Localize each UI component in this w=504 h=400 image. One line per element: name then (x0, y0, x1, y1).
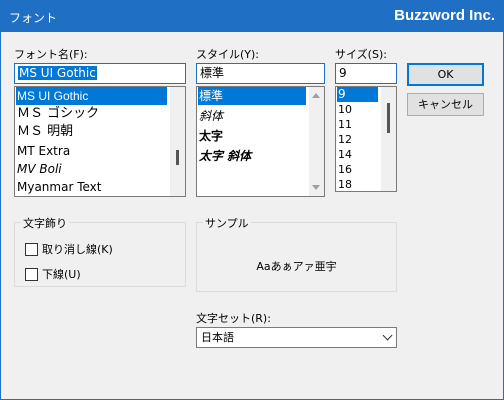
font-item-ms-mincho[interactable]: ＭＳ 明朝 (16, 123, 73, 141)
font-item-mv-boli[interactable]: MV Boli (16, 160, 62, 178)
size-item[interactable]: 18 (337, 177, 352, 191)
style-item-bold-italic[interactable]: 太字 斜体 (198, 147, 251, 165)
title-bar[interactable]: フォント Buzzword Inc. (1, 1, 503, 32)
style-item-italic[interactable]: 斜体 (198, 107, 223, 125)
size-item[interactable]: 16 (337, 162, 352, 177)
size-scrollbar[interactable] (381, 87, 396, 191)
sample-group: サンプル Aaあぁアァ亜宇 (196, 215, 397, 292)
sample-group-title: サンプル (203, 215, 251, 231)
font-dialog: フォント Buzzword Inc. フォント名(F): MS UI Gothi… (0, 0, 504, 400)
style-item-bold[interactable]: 太字 (198, 127, 223, 145)
font-name-input[interactable]: MS UI Gothic (14, 63, 186, 84)
font-item-myanmar-text[interactable]: Myanmar Text (16, 178, 101, 196)
size-list[interactable]: 9 10 11 12 14 16 18 (335, 86, 397, 192)
font-name-scroll-thumb[interactable] (176, 150, 179, 165)
size-scroll-thumb[interactable] (387, 103, 390, 133)
size-label: サイズ(S): (335, 48, 387, 61)
strikeout-checkbox[interactable] (25, 242, 38, 256)
size-item[interactable]: 10 (337, 102, 352, 117)
style-input[interactable]: 標準 (196, 63, 325, 84)
window-title: フォント (9, 11, 58, 25)
cancel-button[interactable]: キャンセル (407, 93, 484, 116)
font-name-label: フォント名(F): (14, 48, 88, 61)
font-item-ms-gothic[interactable]: ＭＳ ゴシック (16, 105, 99, 123)
sample-preview-text: Aaあぁアァ亜宇 (256, 260, 337, 273)
scroll-down-arrow-icon[interactable] (312, 185, 320, 190)
charset-select[interactable]: 日本語 (196, 327, 397, 348)
effects-group-title: 文字飾り (21, 215, 69, 231)
font-name-list[interactable]: MS UI Gothic ＭＳ ゴシック ＭＳ 明朝 MT Extra MV B… (14, 86, 186, 197)
size-item[interactable]: 12 (337, 132, 352, 147)
font-item-mt-extra[interactable]: MT Extra (16, 142, 70, 160)
style-label: スタイル(Y): (196, 48, 260, 61)
scroll-up-arrow-icon[interactable] (312, 93, 320, 98)
size-item[interactable]: 9 (337, 87, 378, 102)
underline-checkbox[interactable] (25, 267, 38, 281)
font-item-ms-ui-gothic[interactable]: MS UI Gothic (16, 87, 167, 105)
size-item[interactable]: 14 (337, 147, 352, 162)
charset-value: 日本語 (201, 331, 234, 344)
size-item[interactable]: 11 (337, 117, 352, 132)
underline-option[interactable]: 下線(U) (25, 266, 81, 282)
effects-group: 文字飾り 取り消し線(K) 下線(U) (14, 215, 186, 287)
strikeout-label: 取り消し線(K) (42, 243, 113, 256)
font-name-scrollbar[interactable] (170, 87, 185, 196)
style-list[interactable]: 標準 斜体 太字 太字 斜体 (196, 86, 325, 197)
style-scrollbar[interactable] (309, 87, 324, 196)
style-item-regular[interactable]: 標準 (198, 87, 306, 105)
font-name-input-value: MS UI Gothic (18, 66, 97, 80)
strikeout-option[interactable]: 取り消し線(K) (25, 241, 113, 257)
chevron-down-icon (382, 330, 393, 341)
brand-label: Buzzword Inc. (394, 7, 495, 24)
underline-label: 下線(U) (42, 268, 81, 281)
charset-label: 文字セット(R): (196, 312, 271, 325)
size-input[interactable]: 9 (335, 63, 397, 84)
ok-button[interactable]: OK (407, 63, 484, 86)
